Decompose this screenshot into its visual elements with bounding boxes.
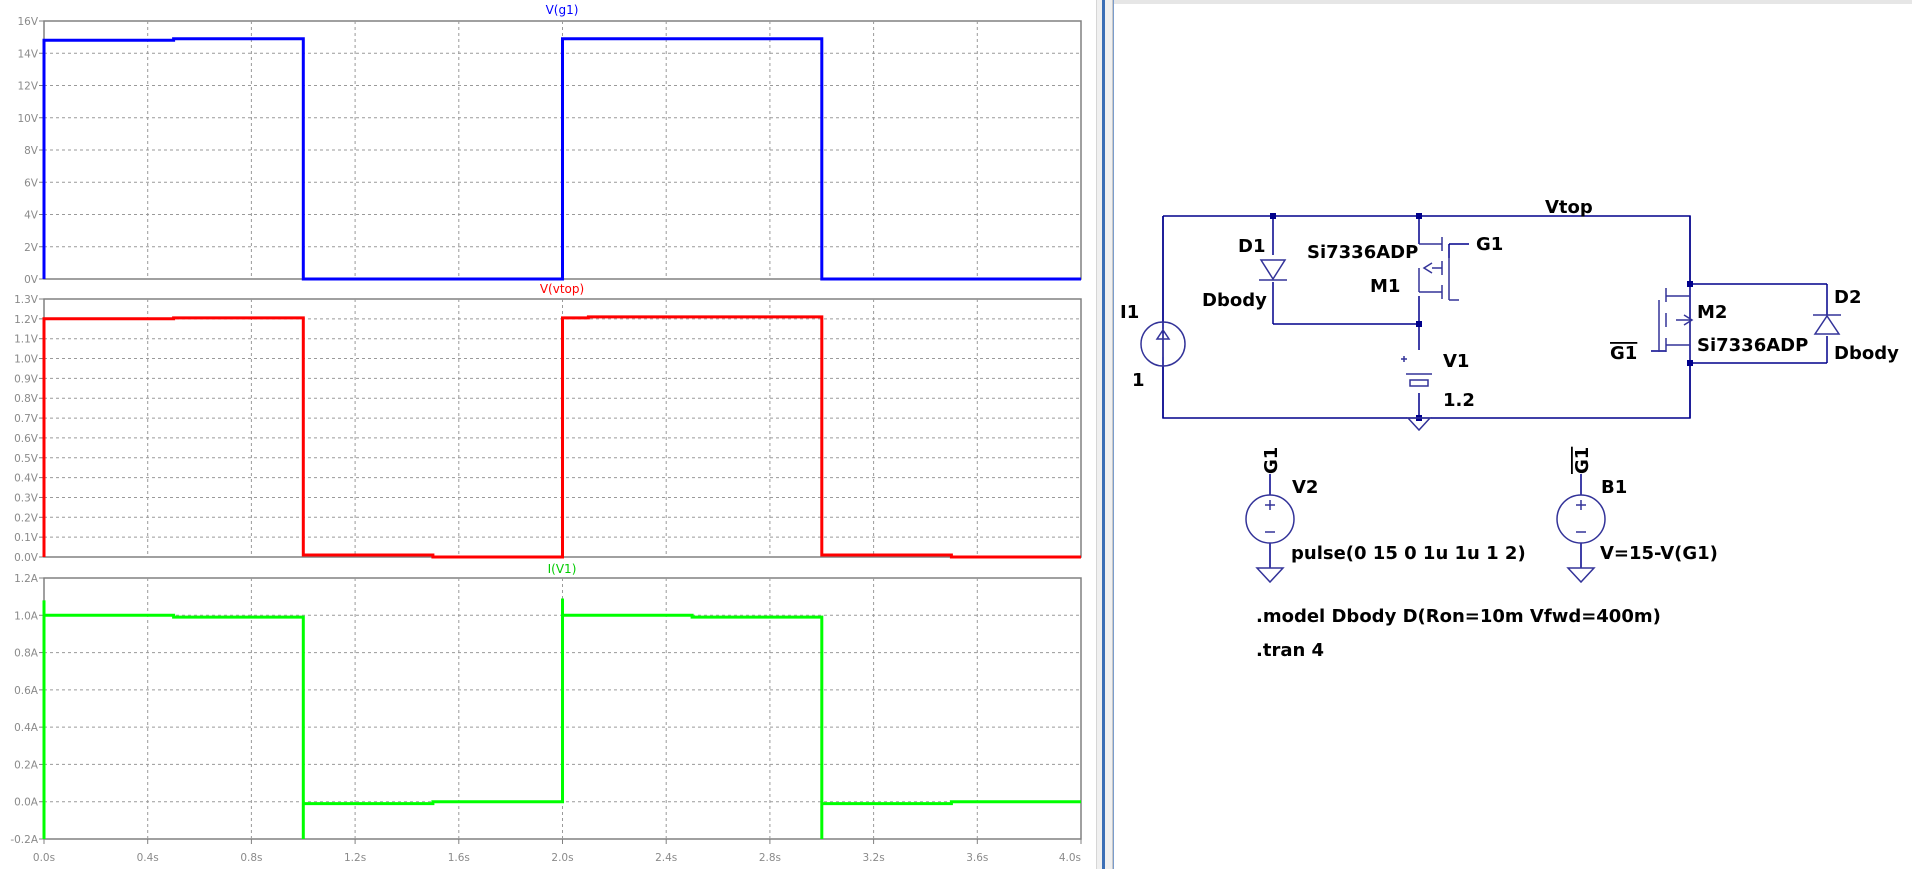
v2-ref-label: V2 [1292,477,1318,498]
y-tick-label: 8V [24,145,39,157]
y-tick-label: 0.0A [14,797,39,809]
y-tick-label: 2V [24,242,39,254]
x-tick-label: 3.6s [966,852,988,864]
ground-icon [1255,567,1285,584]
spice-directive-tran[interactable]: .tran 4 [1256,640,1324,661]
y-tick-label: 0.8A [14,648,39,660]
x-tick-label: 1.2s [344,852,366,864]
m2-gate-label: G1 [1610,343,1637,364]
x-tick-label: 4.0s [1059,852,1081,864]
y-tick-label: 4V [24,210,39,222]
y-tick-label: 10V [17,113,38,125]
pane-splitter[interactable] [1096,0,1113,869]
behavioral-source-b1-symbol[interactable] [1556,494,1606,544]
y-tick-label: 0.2V [14,512,39,524]
m1-gate-label: G1 [1476,234,1503,255]
b1-value-label: V=15-V(G1) [1600,543,1718,564]
x-tick-label: 2.4s [655,852,677,864]
x-axis-ticks: 0.0s 0.4s 0.8s 1.2s 1.6s 2.0s 2.4s 2.8s 3.2s 3.6s… [33,839,1082,864]
y-tick-label: 6V [24,177,39,189]
x-tick-label: 3.2s [863,852,885,864]
net-label-vtop[interactable]: Vtop [1545,197,1593,218]
y-tick-label: 0.2A [14,759,39,771]
ground-icon [1566,567,1596,584]
y-tick-label: 12V [17,81,38,93]
plot-vtop[interactable]: V(vtop) 1.3V 1.2V 1.1V 1.0V 0.9V 0.8V 0.7V 0.6V… [14,282,1082,564]
d2-model-label: Dbody [1834,343,1899,364]
waveform-plots[interactable]: V(g1) 16V 14V 12V 10V 8V 6V 4V 2V 0V V(vtop) 1.3… [0,0,1096,869]
mosfet-m2-symbol[interactable] [1658,288,1694,352]
waveform-viewer-pane[interactable]: V(g1) 16V 14V 12V 10V 8V 6V 4V 2V 0V V(vtop) 1.3… [0,0,1096,869]
y-tick-label: 0.7V [14,413,39,425]
i1-ref-label: I1 [1120,302,1139,323]
v1-ref-label: V1 [1443,351,1469,372]
y-tick-label: 1.0A [14,610,39,622]
y-tick-label: 0.3V [14,492,39,504]
schematic-canvas[interactable]: D1 Dbody Si7336ADP G1 M1 Vtop I1 1 V1 1.… [1114,0,1912,869]
plot-title: I(V1) [548,562,577,576]
y-tick-label: 0.9V [14,373,39,385]
y-tick-label: 0.6A [14,685,39,697]
m2-part-label: Si7336ADP [1697,335,1808,356]
splitter-grip[interactable] [1102,0,1105,869]
schematic-editor-pane[interactable]: D1 Dbody Si7336ADP G1 M1 Vtop I1 1 V1 1.… [1113,0,1912,869]
y-tick-label: 1.1V [14,334,39,346]
y-tick-label: 1.2V [14,314,39,326]
y-tick-label: 0.8V [14,393,39,405]
y-axis-ticks: 16V 14V 12V 10V 8V 6V 4V 2V 0V [17,16,44,286]
b1-net-label: G1 [1572,447,1593,474]
y-tick-label: 0.4V [14,473,39,485]
x-tick-label: 0.4s [137,852,159,864]
y-tick-label: 0.1V [14,532,39,544]
plot-iv1[interactable]: I(V1) 1.2A 1.0A 0.8A 0.6A 0.4A 0.2A 0.0A -0.2A [10,562,1082,846]
plot-title: V(vtop) [540,282,584,296]
x-tick-label: 0.0s [33,852,55,864]
plot-title: V(g1) [546,3,579,17]
diode-d1-symbol[interactable] [1259,259,1287,281]
d1-ref-label: D1 [1238,236,1265,257]
i1-value-label: 1 [1132,370,1145,391]
y-tick-label: 0V [24,274,39,286]
voltage-source-v2-symbol[interactable] [1245,494,1295,544]
y-tick-label: 1.0V [14,354,39,366]
y-tick-label: 0.4A [14,722,39,734]
diode-d2-symbol[interactable] [1813,314,1841,335]
m1-ref-label: M1 [1370,276,1400,297]
voltage-source-v1-symbol[interactable] [1401,356,1432,387]
plot-vg1[interactable]: V(g1) 16V 14V 12V 10V 8V 6V 4V 2V 0V [17,3,1082,286]
mosfet-m1-symbol[interactable] [1418,237,1459,301]
v1-value-label: 1.2 [1443,390,1475,411]
y-tick-label: 0.6V [14,433,39,445]
y-axis-ticks: 1.3V 1.2V 1.1V 1.0V 0.9V 0.8V 0.7V 0.6V 0.5V 0.4V… [14,294,44,564]
x-tick-label: 2.8s [759,852,781,864]
y-tick-label: 1.3V [14,294,39,306]
y-tick-label: 1.2A [14,573,39,585]
v2-net-label: G1 [1261,447,1282,474]
x-tick-label: 0.8s [240,852,262,864]
d1-model-label: Dbody [1202,290,1267,311]
m1-part-label: Si7336ADP [1307,242,1418,263]
m2-ref-label: M2 [1697,302,1727,323]
y-tick-label: 14V [17,48,38,60]
x-tick-label: 1.6s [448,852,470,864]
b1-ref-label: B1 [1601,477,1627,498]
y-tick-label: 0.5V [14,453,39,465]
d2-ref-label: D2 [1834,287,1861,308]
x-tick-label: 2.0s [551,852,573,864]
y-axis-ticks: 1.2A 1.0A 0.8A 0.6A 0.4A 0.2A 0.0A -0.2A [10,573,44,846]
y-tick-label: -0.2A [10,834,38,846]
spice-directive-model[interactable]: .model Dbody D(Ron=10m Vfwd=400m) [1256,606,1661,627]
y-tick-label: 0.0V [14,552,39,564]
v2-value-label: pulse(0 15 0 1u 1u 1 2) [1291,543,1526,564]
y-tick-label: 16V [17,16,38,28]
wires [1162,215,1828,568]
